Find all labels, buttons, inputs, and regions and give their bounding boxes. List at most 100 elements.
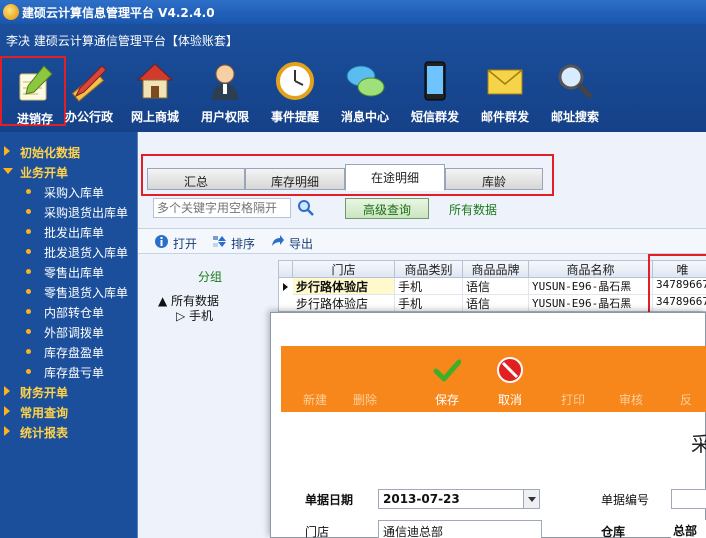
sidebar-item-wholesale-return[interactable]: 批发退货入库单 — [0, 242, 137, 260]
magnifier-icon — [558, 64, 593, 99]
envelope-icon — [487, 69, 523, 95]
toolbar-label: 邮件群发 — [480, 110, 529, 124]
export-arrow-icon — [272, 235, 284, 246]
store-label: 门店 — [305, 525, 330, 538]
date-label: 单据日期 — [305, 493, 354, 507]
tab-in-transit[interactable]: 在途明细 — [345, 164, 445, 191]
tab-stock-age[interactable]: 库龄 — [445, 168, 543, 190]
bullet-icon — [26, 209, 31, 214]
doc-number-field[interactable] — [671, 489, 706, 509]
document-dialog: 新建 删除 保存 取消 打印 审核 反 采 单据日期 2013-07-23 单据… — [270, 312, 706, 538]
toolbar-label: 消息中心 — [340, 110, 389, 124]
sidebar-item-retail-out[interactable]: 零售出库单 — [0, 262, 137, 280]
sidebar-group-init[interactable]: 初始化数据 — [0, 142, 137, 160]
save-button[interactable]: 保存 — [421, 356, 473, 408]
toolbar-label: 网上商城 — [130, 110, 179, 124]
search-icon[interactable] — [297, 199, 315, 217]
table-cell[interactable]: YUSUN-E96-晶石黑 — [529, 295, 653, 311]
table-cell[interactable]: 语信 — [463, 278, 529, 295]
sidebar-group-finance[interactable]: 财务开单 — [0, 382, 137, 400]
export-button[interactable]: 导出 — [270, 234, 316, 252]
dialog-title: 采 — [691, 432, 706, 456]
chevron-down-icon[interactable] — [523, 490, 539, 508]
unapprove-button[interactable]: 反 — [665, 356, 706, 408]
sort-icon — [213, 236, 226, 247]
toolbar-messages-button[interactable]: 消息中心 — [332, 56, 398, 126]
toolbar-address-search-button[interactable]: 邮址搜索 — [542, 56, 608, 126]
sidebar-item-internal-transfer[interactable]: 内部转仓单 — [0, 302, 137, 320]
table-cell[interactable]: 步行路体验店 — [293, 278, 395, 295]
cancel-button[interactable]: 取消 — [484, 356, 536, 408]
chat-bubbles-icon — [346, 65, 385, 97]
all-data-link[interactable]: 所有数据 — [449, 201, 497, 218]
bullet-icon — [26, 289, 31, 294]
current-row-marker — [283, 283, 288, 291]
column-header[interactable]: 商品品牌 — [463, 261, 529, 278]
app-logo-icon — [3, 4, 19, 20]
sidebar-group-query[interactable]: 常用查询 — [0, 402, 137, 420]
toolbar-email-button[interactable]: 邮件群发 — [472, 56, 538, 126]
title-bar: 建硕云计算信息管理平台 V4.2.4.0 — [0, 0, 706, 24]
table-cell[interactable]: 步行路体验店 — [293, 295, 395, 311]
tree-node-mobile[interactable]: ▷ 手机 — [176, 307, 213, 324]
bullet-icon — [26, 189, 31, 194]
table-cell[interactable]: 语信 — [463, 295, 529, 311]
new-button[interactable]: 新建 — [289, 356, 341, 408]
bullet-icon — [26, 309, 31, 314]
doc-number-label: 单据编号 — [601, 493, 650, 507]
sidebar: 初始化数据 业务开单 采购入库单 采购退货出库单 批发出库单 批发退货入库单 零… — [0, 132, 137, 538]
toolbar-mall-button[interactable]: 网上商城 — [122, 56, 188, 126]
warehouse-label: 仓库 — [601, 525, 626, 538]
chevron-right-icon — [4, 386, 10, 396]
approve-button[interactable]: 审核 — [605, 356, 657, 408]
table-cell[interactable]: YUSUN-E96-晶石黑 — [529, 278, 653, 295]
header: 李决 建硕云计算通信管理平台【体验账套】 进销存 办公行政 网上商城 用户权限 … — [0, 24, 706, 132]
group-tree: 分组 ▲ 所有数据 ▷ 手机 — [146, 260, 274, 323]
chevron-right-icon — [4, 426, 10, 436]
toolbar-label: 事件提醒 — [270, 110, 319, 124]
bullet-icon — [26, 349, 31, 354]
no-entry-icon — [497, 357, 523, 383]
tab-strip: 汇总 库存明细 在途明细 库龄 — [141, 154, 554, 196]
sidebar-item-purchase-in[interactable]: 采购入库单 — [0, 182, 137, 200]
table-cell[interactable]: 手机 — [395, 278, 463, 295]
sidebar-item-stock-surplus[interactable]: 库存盘盈单 — [0, 342, 137, 360]
bullet-icon — [26, 269, 31, 274]
sidebar-item-stock-loss[interactable]: 库存盘亏单 — [0, 362, 137, 380]
sidebar-group-reports[interactable]: 统计报表 — [0, 422, 137, 440]
date-picker[interactable]: 2013-07-23 — [378, 489, 540, 509]
sort-button[interactable]: 排序 — [212, 234, 258, 252]
print-button[interactable]: 打印 — [547, 356, 599, 408]
toolbar-label: 办公行政 — [64, 110, 113, 124]
table-cell[interactable]: 手机 — [395, 295, 463, 311]
toolbar-office-button[interactable]: 办公行政 — [56, 56, 122, 126]
user-icon — [212, 64, 238, 100]
column-header[interactable]: 门店 — [293, 261, 395, 278]
toolbar-reminder-button[interactable]: 事件提醒 — [262, 56, 328, 126]
column-header[interactable]: 商品类别 — [395, 261, 463, 278]
search-input[interactable] — [153, 198, 291, 218]
warehouse-field[interactable]: 总部 — [671, 520, 706, 538]
sidebar-item-retail-return[interactable]: 零售退货入库单 — [0, 282, 137, 300]
house-icon — [136, 63, 174, 99]
tab-stock-detail[interactable]: 库存明细 — [245, 168, 345, 190]
bullet-icon — [26, 249, 31, 254]
delete-button[interactable]: 删除 — [339, 356, 391, 408]
bullet-icon — [26, 229, 31, 234]
account-label: 李决 建硕云计算通信管理平台【体验账套】 — [6, 34, 238, 48]
mobile-phone-icon — [424, 61, 446, 101]
sidebar-item-external-transfer[interactable]: 外部调拨单 — [0, 322, 137, 340]
column-header[interactable]: 商品名称 — [529, 261, 653, 278]
toolbar-sms-button[interactable]: 短信群发 — [402, 56, 468, 126]
open-button[interactable]: 打开 — [154, 234, 200, 252]
advanced-search-button[interactable]: 高级查询 — [345, 198, 429, 219]
toolbar-permissions-button[interactable]: 用户权限 — [192, 56, 258, 126]
toolbar-label: 用户权限 — [200, 110, 249, 124]
sidebar-item-purchase-return[interactable]: 采购退货出库单 — [0, 202, 137, 220]
tab-summary[interactable]: 汇总 — [147, 168, 245, 190]
sidebar-group-business[interactable]: 业务开单 — [0, 162, 137, 180]
row-selector-header — [279, 261, 293, 278]
clock-icon — [276, 62, 314, 100]
sidebar-item-wholesale-out[interactable]: 批发出库单 — [0, 222, 137, 240]
store-field[interactable]: 通信迪总部 — [378, 520, 542, 538]
